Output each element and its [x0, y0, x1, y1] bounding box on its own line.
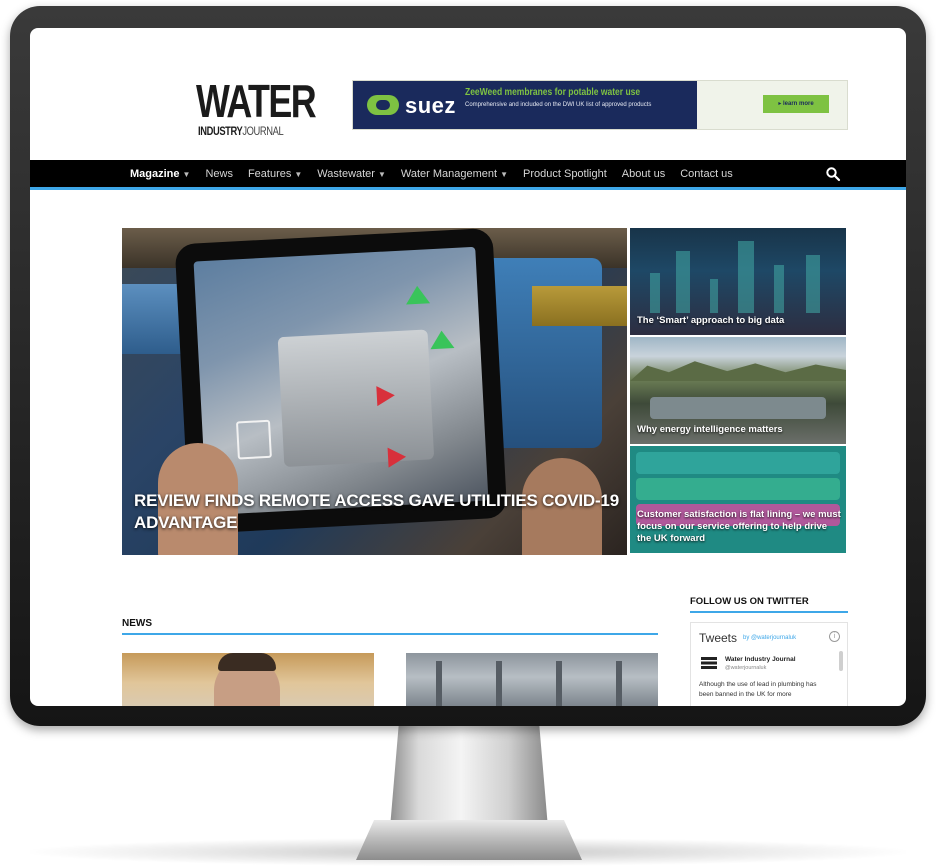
- nav-item-contact-us[interactable]: Contact us: [680, 168, 733, 180]
- nav-item-product-spotlight[interactable]: Product Spotlight: [523, 168, 607, 180]
- nav-item-features[interactable]: Features ▼: [248, 168, 302, 180]
- chevron-down-icon: ▼: [500, 169, 509, 179]
- hero-title[interactable]: REVIEW FINDS REMOTE ACCESS GAVE UTILITIE…: [134, 490, 626, 534]
- nav-item-wastewater[interactable]: Wastewater ▼: [317, 168, 386, 180]
- logo-sub-light: JOURNAL: [242, 124, 284, 138]
- monitor-stand-neck: [390, 716, 548, 828]
- suez-logo-icon: [367, 95, 399, 115]
- plant-frame: [496, 661, 502, 706]
- side-story-title[interactable]: Customer satisfaction is flat lining – w…: [637, 509, 843, 545]
- ar-scan-frame-icon: [235, 419, 272, 460]
- ar-arrow-green-icon: [405, 285, 431, 305]
- nav-label: News: [205, 167, 233, 180]
- publication-avatar-icon[interactable]: [701, 657, 717, 669]
- logo-subtitle: INDUSTRYJOURNAL: [198, 124, 284, 138]
- tweets-title: Tweets: [699, 631, 738, 645]
- tweet-handle[interactable]: @waterjournaluk: [725, 665, 766, 671]
- nav-item-water-management[interactable]: Water Management ▼: [401, 168, 508, 180]
- ar-motor: [277, 329, 435, 468]
- landscape-mountains: [630, 361, 846, 381]
- ar-arrow-red-icon: [376, 385, 396, 407]
- tablet-screen: [193, 246, 489, 516]
- nav-label: Features: [247, 167, 292, 180]
- tweet-text: Although the use of lead in plumbing has…: [699, 681, 817, 698]
- chevron-down-icon: ▼: [377, 169, 386, 179]
- info-icon[interactable]: i: [829, 631, 840, 642]
- logo-sub-bold: INDUSTRY: [198, 124, 243, 138]
- twitter-widget[interactable]: Tweets by @waterjournaluk i Water Indust…: [690, 622, 848, 706]
- side-story-title[interactable]: The ‘Smart’ approach to big data: [637, 315, 843, 327]
- hero-image-beam: [532, 286, 627, 326]
- city-skyline-shape: [806, 255, 820, 313]
- nav-label: Wastewater: [317, 167, 375, 180]
- browser-viewport: WATER INDUSTRYJOURNAL suez ZeeWeed membr…: [30, 28, 906, 706]
- ar-arrow-red-icon: [387, 446, 407, 468]
- news-thumbnail-portrait[interactable]: [122, 653, 374, 706]
- main-nav: Magazine ▼ News Features ▼ Wastewater ▼ Wat…: [30, 160, 906, 190]
- search-icon[interactable]: [825, 166, 841, 182]
- nav-label: Contact us: [680, 167, 733, 180]
- side-story-title[interactable]: Why energy intelligence matters: [637, 424, 843, 436]
- logo-wordmark: WATER: [196, 75, 317, 127]
- city-skyline-shape: [676, 251, 690, 313]
- monitor-stand-base: [356, 820, 582, 860]
- ad-brand: suez: [405, 93, 456, 118]
- side-story-1[interactable]: The ‘Smart’ approach to big data: [630, 228, 846, 335]
- portrait-hair: [218, 653, 276, 671]
- nav-item-about-us[interactable]: About us: [622, 168, 665, 180]
- chevron-down-icon: ▼: [182, 169, 191, 179]
- nav-label: Water Management: [400, 167, 498, 180]
- ad-banner[interactable]: suez ZeeWeed membranes for potable water…: [352, 80, 848, 130]
- city-skyline-shape: [650, 273, 660, 313]
- nav-label: About us: [621, 167, 666, 180]
- ar-arrow-green-icon: [429, 330, 455, 350]
- plant-frame: [556, 661, 562, 706]
- city-skyline-shape: [738, 241, 754, 313]
- site-logo[interactable]: WATER INDUSTRYJOURNAL: [196, 75, 317, 162]
- plant-frame: [616, 661, 622, 706]
- nav-label: Product Spotlight: [523, 167, 607, 180]
- twitter-section-heading: FOLLOW US ON TWITTER: [690, 596, 848, 613]
- side-story-2[interactable]: Why energy intelligence matters: [630, 337, 846, 444]
- ad-copy: Comprehensive and included on the DWI UK…: [465, 102, 652, 108]
- treatment-tank: [650, 397, 826, 419]
- side-story-3[interactable]: Customer satisfaction is flat lining – w…: [630, 446, 846, 553]
- ad-cta-button[interactable]: ▸ learn more: [763, 95, 829, 113]
- city-skyline-shape: [710, 279, 718, 313]
- ad-banner-panel: suez ZeeWeed membranes for potable water…: [353, 81, 697, 129]
- ui-strip-shape: [636, 478, 840, 500]
- ui-strip-shape: [636, 452, 840, 474]
- nav-item-news[interactable]: News: [205, 168, 233, 180]
- tweets-by-link[interactable]: by @waterjournaluk: [743, 635, 796, 641]
- news-thumbnail-plant[interactable]: [406, 653, 658, 706]
- tweet-author[interactable]: Water Industry Journal: [725, 656, 796, 663]
- nav-label: Magazine: [130, 167, 180, 180]
- city-skyline-shape: [774, 265, 784, 313]
- ad-headline: ZeeWeed membranes for potable water use: [465, 87, 641, 98]
- widget-scrollbar[interactable]: [839, 651, 843, 671]
- news-section-heading: NEWS: [122, 618, 658, 635]
- nav-item-magazine[interactable]: Magazine ▼: [130, 168, 190, 180]
- plant-frame: [436, 661, 442, 706]
- hero-feature-story[interactable]: REVIEW FINDS REMOTE ACCESS GAVE UTILITIE…: [122, 228, 627, 555]
- nav-items: Magazine ▼ News Features ▼ Wastewater ▼ Wat…: [130, 160, 748, 187]
- chevron-down-icon: ▼: [294, 169, 303, 179]
- monitor-bezel: WATER INDUSTRYJOURNAL suez ZeeWeed membr…: [10, 6, 926, 726]
